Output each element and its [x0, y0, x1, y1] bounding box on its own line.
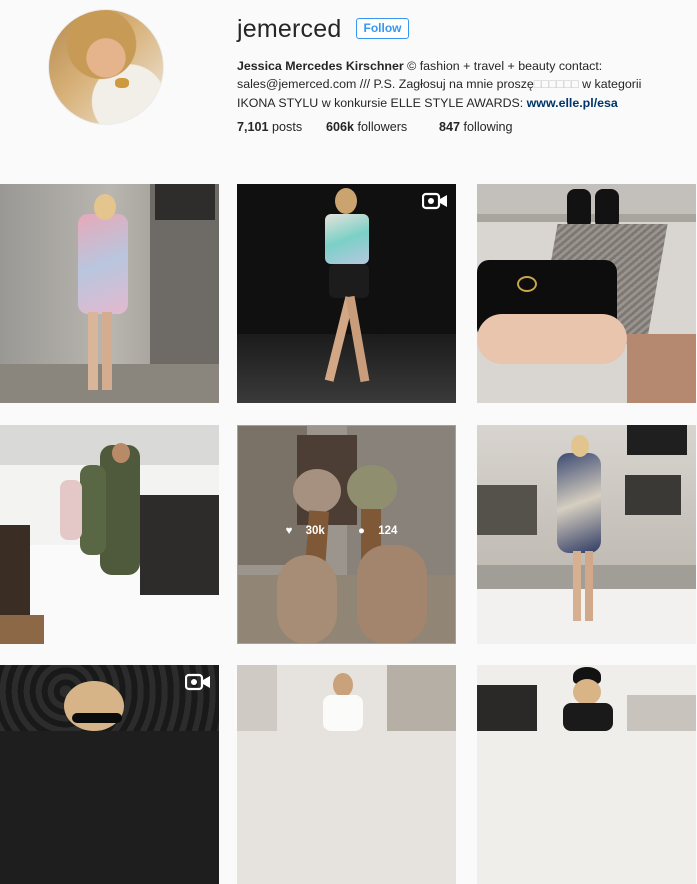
- bio-missing-glyphs: □□□□□□: [533, 77, 579, 92]
- bio-link[interactable]: www.elle.pl/esa: [527, 96, 618, 110]
- selection-border: [237, 425, 456, 644]
- post-thumbnail[interactable]: [477, 425, 696, 644]
- avatar-ring-detail: [115, 78, 129, 88]
- profile-avatar: [48, 9, 164, 125]
- post-thumbnail[interactable]: [237, 665, 456, 884]
- profile-bio: Jessica Mercedes Kirschner © fashion + t…: [237, 57, 657, 112]
- video-icon: [185, 673, 210, 691]
- profile-username: jemerced: [237, 15, 342, 43]
- profile-full-name: Jessica Mercedes Kirschner: [237, 59, 404, 73]
- following-count: 847: [439, 120, 461, 134]
- post-thumbnail[interactable]: ♥ 30k ● 124: [237, 425, 456, 644]
- follow-button[interactable]: Follow: [356, 18, 409, 39]
- post-thumbnail[interactable]: [477, 665, 696, 884]
- followers-count: 606k: [326, 120, 355, 134]
- followers-label: followers: [357, 120, 408, 134]
- post-thumbnail[interactable]: [0, 665, 219, 884]
- followers-stat[interactable]: 606k followers: [326, 120, 407, 134]
- following-label: following: [463, 120, 513, 134]
- post-thumbnail[interactable]: [0, 184, 219, 403]
- posts-stat: 7,101 posts: [237, 120, 302, 134]
- post-thumbnail[interactable]: [477, 184, 696, 403]
- posts-count: 7,101: [237, 120, 269, 134]
- post-thumbnail[interactable]: [237, 184, 456, 403]
- video-icon: [422, 192, 447, 210]
- posts-label: posts: [272, 120, 303, 134]
- following-stat[interactable]: 847 following: [439, 120, 513, 134]
- post-thumbnail[interactable]: [0, 425, 219, 644]
